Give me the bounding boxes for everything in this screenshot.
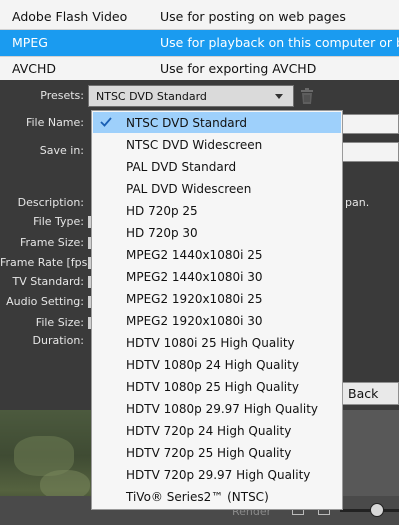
format-name: MPEG	[12, 35, 48, 50]
preset-option-label: HDTV 1080p 29.97 High Quality	[126, 402, 319, 416]
audio-setting-label: Audio Setting:	[6, 295, 84, 308]
preset-option-label: MPEG2 1440x1080i 30	[126, 270, 263, 284]
format-description: Use for playback on this computer or bur…	[160, 35, 399, 50]
format-row-mpeg[interactable]: MPEG Use for playback on this computer o…	[0, 30, 399, 56]
preset-option-label: NTSC DVD Widescreen	[126, 138, 263, 152]
format-description: Use for posting on web pages	[160, 9, 346, 24]
chevron-down-icon	[275, 94, 283, 99]
preset-option[interactable]: MPEG2 1920x1080i 30	[93, 310, 341, 331]
description-label: Description:	[17, 196, 84, 209]
format-description: Use for exporting AVCHD	[160, 61, 317, 76]
preset-option-label: NTSC DVD Standard	[126, 116, 248, 130]
preset-option-label: HDTV 1080p 25 High Quality	[126, 380, 299, 394]
preset-option[interactable]: HDTV 1080p 25 High Quality	[93, 376, 341, 397]
frame-size-label: Frame Size:	[19, 236, 84, 249]
format-name: AVCHD	[12, 61, 57, 76]
preset-option-label: HDTV 720p 25 High Quality	[126, 446, 292, 460]
presets-select[interactable]: NTSC DVD Standard	[88, 85, 294, 107]
duration-label: Duration:	[32, 334, 84, 347]
preset-option[interactable]: NTSC DVD Widescreen	[93, 134, 341, 155]
preset-option-label: MPEG2 1920x1080i 25	[126, 292, 263, 306]
presets-label: Presets:	[40, 89, 84, 102]
preset-option[interactable]: HDTV 1080i 25 High Quality	[93, 332, 341, 353]
save-in-field[interactable]	[340, 142, 399, 162]
presets-dropdown-menu: NTSC DVD Standard NTSC DVD Widescreen PA…	[91, 110, 343, 510]
format-list: Adobe Flash Video Use for posting on web…	[0, 0, 399, 80]
preset-option[interactable]: MPEG2 1440x1080i 25	[93, 244, 341, 265]
file-size-label: File Size:	[35, 316, 84, 329]
file-type-label: File Type:	[33, 215, 84, 228]
file-name-label: File Name:	[25, 116, 84, 129]
save-in-label: Save in:	[39, 144, 84, 157]
checkmark-icon	[100, 117, 112, 127]
preset-option[interactable]: PAL DVD Standard	[93, 156, 341, 177]
preset-option-label: HD 720p 30	[126, 226, 198, 240]
back-button-label: Back	[348, 386, 379, 401]
preset-option[interactable]: HDTV 720p 29.97 High Quality	[93, 464, 341, 485]
preset-option-label: MPEG2 1440x1080i 25	[126, 248, 263, 262]
tv-standard-label: TV Standard:	[12, 275, 85, 288]
preview-side-panel	[342, 410, 399, 498]
preset-option[interactable]: TiVo® Series2™ (NTSC)	[93, 486, 341, 507]
preset-option-label: TiVo® Series2™ (NTSC)	[126, 490, 269, 504]
preset-option-label: PAL DVD Standard	[126, 160, 237, 174]
preset-option-label: HDTV 1080p 24 High Quality	[126, 358, 299, 372]
preset-option[interactable]: HDTV 720p 24 High Quality	[93, 420, 341, 441]
preset-option[interactable]: HDTV 1080p 29.97 High Quality	[93, 398, 341, 419]
preset-option[interactable]: HDTV 1080p 24 High Quality	[93, 354, 341, 375]
preset-option[interactable]: HD 720p 25	[93, 200, 341, 221]
preset-option[interactable]: PAL DVD Widescreen	[93, 178, 341, 199]
frame-rate-label: Frame Rate [fps]:	[0, 256, 96, 269]
preset-option-label: HD 720p 25	[126, 204, 198, 218]
presets-selected-value: NTSC DVD Standard	[96, 90, 207, 103]
preset-option-label: HDTV 720p 29.97 High Quality	[126, 468, 311, 482]
zoom-slider-handle[interactable]	[370, 503, 384, 517]
preset-option-label: MPEG2 1920x1080i 30	[126, 314, 263, 328]
trash-icon[interactable]	[300, 88, 314, 105]
row-divider	[0, 56, 399, 57]
preset-option-label: PAL DVD Widescreen	[126, 182, 252, 196]
preset-option-label: HDTV 1080i 25 High Quality	[126, 336, 295, 350]
preset-option[interactable]: HD 720p 30	[93, 222, 341, 243]
format-row-flash[interactable]: Adobe Flash Video Use for posting on web…	[0, 4, 399, 30]
preset-option[interactable]: MPEG2 1920x1080i 25	[93, 288, 341, 309]
preset-option-label: HDTV 720p 24 High Quality	[126, 424, 292, 438]
preset-option[interactable]: MPEG2 1440x1080i 30	[93, 266, 341, 287]
description-text: pan.	[345, 196, 370, 209]
preset-option-ntsc-dvd-standard[interactable]: NTSC DVD Standard	[93, 112, 341, 133]
format-row-avchd[interactable]: AVCHD Use for exporting AVCHD	[0, 56, 399, 82]
format-name: Adobe Flash Video	[12, 9, 128, 24]
file-name-input[interactable]	[340, 114, 399, 134]
back-button[interactable]: Back	[341, 382, 399, 405]
preset-option[interactable]: HDTV 720p 25 High Quality	[93, 442, 341, 463]
row-divider	[0, 29, 399, 30]
